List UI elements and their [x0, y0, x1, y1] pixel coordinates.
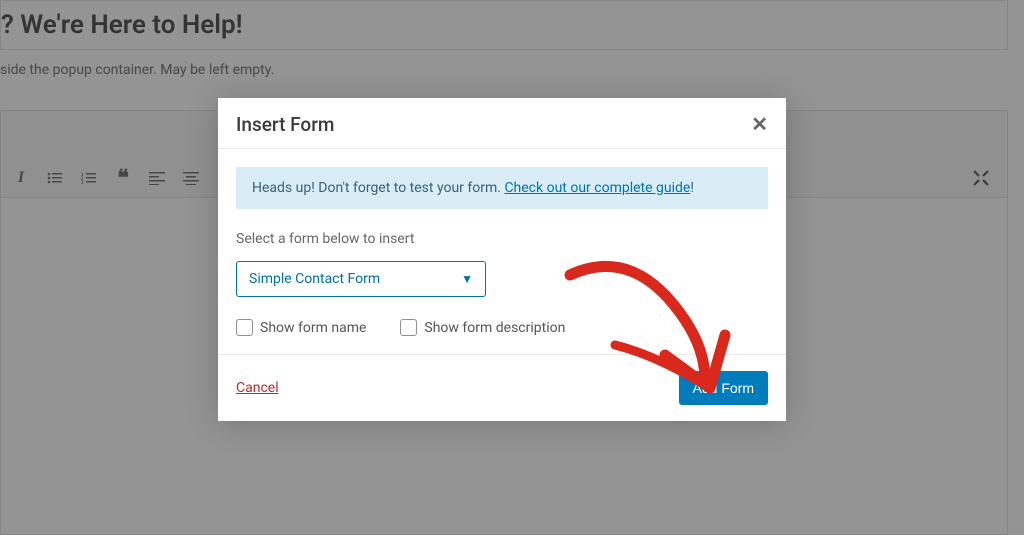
form-select-dropdown[interactable]: Simple Contact Form ▼ [236, 261, 486, 297]
show-form-name-label: Show form name [260, 320, 366, 336]
modal-title: Insert Form [236, 113, 334, 136]
chevron-down-icon: ▼ [461, 272, 473, 286]
insert-form-modal: Insert Form ✕ Heads up! Don't forget to … [218, 98, 786, 421]
alert-banner: Heads up! Don't forget to test your form… [236, 167, 768, 209]
alert-text: Heads up! Don't forget to test your form… [252, 180, 504, 196]
alert-suffix: ! [690, 180, 694, 196]
show-form-name-option[interactable]: Show form name [236, 319, 366, 336]
show-form-description-label: Show form description [424, 320, 565, 336]
selected-form-value: Simple Contact Form [249, 271, 380, 287]
alert-link[interactable]: Check out our complete guide [504, 180, 690, 196]
add-form-button[interactable]: Add Form [679, 371, 768, 405]
modal-body: Heads up! Don't forget to test your form… [218, 149, 786, 354]
show-form-description-checkbox[interactable] [400, 319, 417, 336]
show-form-description-option[interactable]: Show form description [400, 319, 565, 336]
close-icon[interactable]: ✕ [751, 112, 768, 136]
select-form-label: Select a form below to insert [236, 231, 768, 247]
checkbox-row: Show form name Show form description [236, 319, 768, 336]
show-form-name-checkbox[interactable] [236, 319, 253, 336]
modal-header: Insert Form ✕ [218, 98, 786, 149]
modal-footer: Cancel Add Form [218, 354, 786, 421]
cancel-button[interactable]: Cancel [236, 380, 279, 396]
